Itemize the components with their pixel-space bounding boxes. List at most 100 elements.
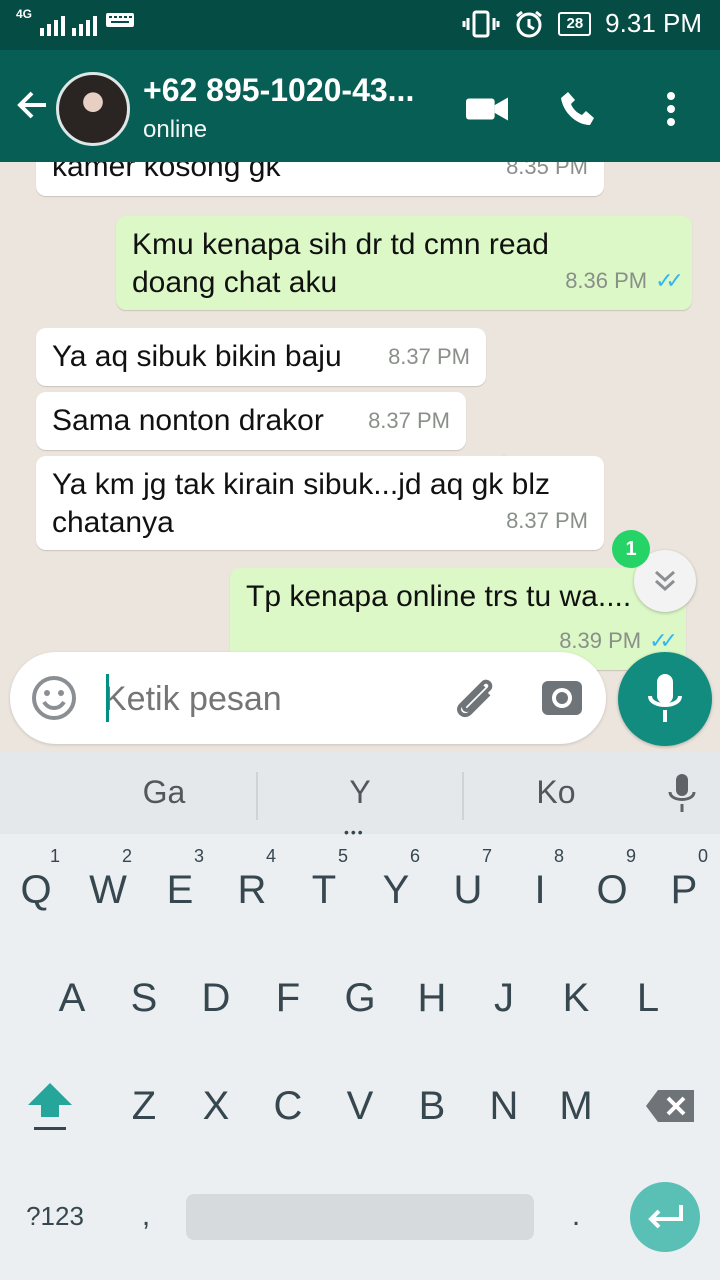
message-time: 8.37 PM bbox=[368, 408, 450, 433]
key-q[interactable]: Q1 bbox=[0, 840, 72, 940]
avatar[interactable] bbox=[56, 72, 130, 146]
key-y[interactable]: Y6 bbox=[360, 840, 432, 940]
enter-key[interactable] bbox=[630, 1182, 700, 1252]
message-input[interactable] bbox=[102, 670, 436, 728]
message-text: Ya km jg tak kirain sibuk...jd aq gk blz… bbox=[52, 468, 550, 539]
header-actions bbox=[466, 88, 692, 130]
key-i[interactable]: I8 bbox=[504, 840, 576, 940]
key-b[interactable]: B bbox=[396, 1056, 468, 1156]
suggestion-2[interactable]: Y bbox=[300, 774, 420, 811]
keyboard: Ga Y ••• Ko Q1 W2 E3 R4 T5 Y6 U7 I8 O9 P… bbox=[0, 752, 720, 1280]
voice-call-button[interactable] bbox=[558, 88, 600, 130]
network-indicators: 4G bbox=[16, 8, 135, 36]
contact-name[interactable]: +62 895-1020-43... bbox=[143, 72, 414, 108]
suggestion-3[interactable]: Ko bbox=[496, 774, 616, 811]
key-hint: 8 bbox=[553, 846, 564, 866]
message-incoming[interactable]: Sama nonton drakor 8.37 PM bbox=[36, 392, 466, 450]
message-incoming[interactable]: Ya aq sibuk bikin baju 8.37 PM bbox=[36, 328, 486, 386]
spacebar[interactable] bbox=[186, 1194, 534, 1240]
key-m[interactable]: M bbox=[540, 1056, 612, 1156]
message-time: 8.37 PM bbox=[506, 508, 588, 533]
key-row-1: Q1 W2 E3 R4 T5 Y6 U7 I8 O9 P0 bbox=[0, 840, 720, 948]
key-t[interactable]: T5 bbox=[288, 840, 360, 940]
message-outgoing[interactable]: Kmu kenapa sih dr td cmn read doang chat… bbox=[116, 216, 692, 310]
more-suggestions-dots: ••• bbox=[344, 824, 365, 840]
voice-input-button[interactable] bbox=[664, 774, 700, 814]
period-key[interactable]: . bbox=[540, 1166, 612, 1266]
backspace-icon bbox=[646, 1090, 694, 1122]
status-bar: 4G 28 9.31 PM bbox=[0, 0, 720, 50]
message-text: Kmu kenapa sih dr td cmn read doang chat… bbox=[132, 228, 549, 299]
kebab-menu-icon bbox=[667, 92, 675, 126]
key-x[interactable]: X bbox=[180, 1056, 252, 1156]
key-g[interactable]: G bbox=[324, 948, 396, 1048]
message-text: Tp kenapa online trs tu wa.... bbox=[246, 580, 632, 613]
key-f[interactable]: F bbox=[252, 948, 324, 1048]
voice-message-button[interactable] bbox=[618, 652, 712, 746]
key-h[interactable]: H bbox=[396, 948, 468, 1048]
key-label: W bbox=[89, 867, 127, 912]
camera-icon bbox=[542, 681, 582, 715]
battery-icon: 28 bbox=[558, 11, 592, 36]
message-time: 8.37 PM bbox=[388, 344, 470, 369]
signal-icon bbox=[40, 8, 98, 36]
key-label: P bbox=[670, 867, 698, 912]
key-z[interactable]: Z bbox=[108, 1056, 180, 1156]
back-button[interactable] bbox=[16, 88, 50, 128]
key-v[interactable]: V bbox=[324, 1056, 396, 1156]
more-options-button[interactable] bbox=[650, 88, 692, 130]
key-hint: 6 bbox=[409, 846, 420, 866]
key-s[interactable]: S bbox=[108, 948, 180, 1048]
camera-button[interactable] bbox=[540, 676, 586, 722]
key-label: Y bbox=[382, 867, 410, 912]
message-meta: 8.36 PM ✓✓ bbox=[565, 262, 684, 300]
key-hint: 9 bbox=[625, 846, 636, 866]
key-r[interactable]: R4 bbox=[216, 840, 288, 940]
key-o[interactable]: O9 bbox=[576, 840, 648, 940]
symbols-key[interactable]: ?123 bbox=[10, 1166, 100, 1266]
key-j[interactable]: J bbox=[468, 948, 540, 1048]
key-label: E bbox=[166, 867, 194, 912]
system-indicators: 28 9.31 PM bbox=[462, 8, 702, 39]
emoji-button[interactable] bbox=[30, 674, 78, 722]
key-l[interactable]: L bbox=[612, 948, 684, 1048]
text-cursor bbox=[106, 674, 109, 722]
key-label: Q bbox=[20, 867, 52, 912]
emoji-icon bbox=[32, 676, 76, 720]
key-w[interactable]: W2 bbox=[72, 840, 144, 940]
keyboard-status-icon bbox=[106, 13, 135, 27]
key-k[interactable]: K bbox=[540, 948, 612, 1048]
presence-status: online bbox=[143, 116, 208, 143]
clock: 9.31 PM bbox=[605, 8, 702, 38]
key-a[interactable]: A bbox=[36, 948, 108, 1048]
key-hint: 3 bbox=[193, 846, 204, 866]
chevron-down-double-icon bbox=[655, 570, 675, 592]
key-e[interactable]: E3 bbox=[144, 840, 216, 940]
vibrate-icon bbox=[462, 10, 500, 37]
key-hint: 0 bbox=[697, 846, 708, 866]
backspace-key[interactable] bbox=[634, 1056, 706, 1156]
comma-key[interactable]: , bbox=[110, 1166, 182, 1266]
message-incoming[interactable]: kamer kosong gk 8.35 PM bbox=[36, 162, 604, 196]
attach-button[interactable] bbox=[450, 674, 498, 722]
key-label: I bbox=[534, 867, 546, 912]
shift-icon bbox=[28, 1083, 72, 1130]
key-d[interactable]: D bbox=[180, 948, 252, 1048]
key-u[interactable]: U7 bbox=[432, 840, 504, 940]
key-row-2: A S D F G H J K L bbox=[0, 948, 720, 1056]
arrow-left-icon bbox=[17, 91, 46, 119]
phone-icon bbox=[561, 92, 594, 125]
key-hint: 1 bbox=[49, 846, 60, 866]
video-call-button[interactable] bbox=[466, 88, 508, 130]
key-p[interactable]: P0 bbox=[648, 840, 720, 940]
suggestion-divider bbox=[256, 772, 258, 820]
key-hint: 5 bbox=[337, 846, 348, 866]
key-c[interactable]: C bbox=[252, 1056, 324, 1156]
message-composer[interactable] bbox=[10, 652, 606, 744]
alarm-icon bbox=[516, 10, 543, 37]
message-incoming[interactable]: Ya km jg tak kirain sibuk...jd aq gk blz… bbox=[36, 456, 604, 550]
suggestion-1[interactable]: Ga bbox=[104, 774, 224, 811]
shift-key[interactable] bbox=[14, 1056, 86, 1156]
suggestion-divider bbox=[462, 772, 464, 820]
key-n[interactable]: N bbox=[468, 1056, 540, 1156]
